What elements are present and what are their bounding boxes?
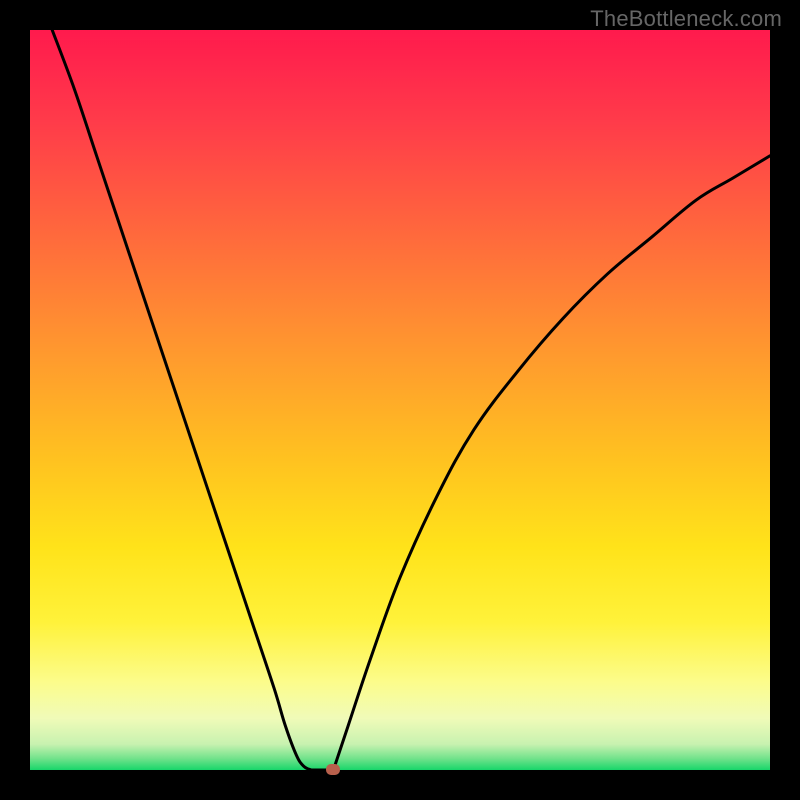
- chart-frame: TheBottleneck.com: [0, 0, 800, 800]
- gradient-background: [30, 30, 770, 770]
- watermark-text: TheBottleneck.com: [590, 6, 782, 32]
- plot-area: [30, 30, 770, 770]
- chart-svg: [30, 30, 770, 770]
- marker-point: [326, 764, 340, 775]
